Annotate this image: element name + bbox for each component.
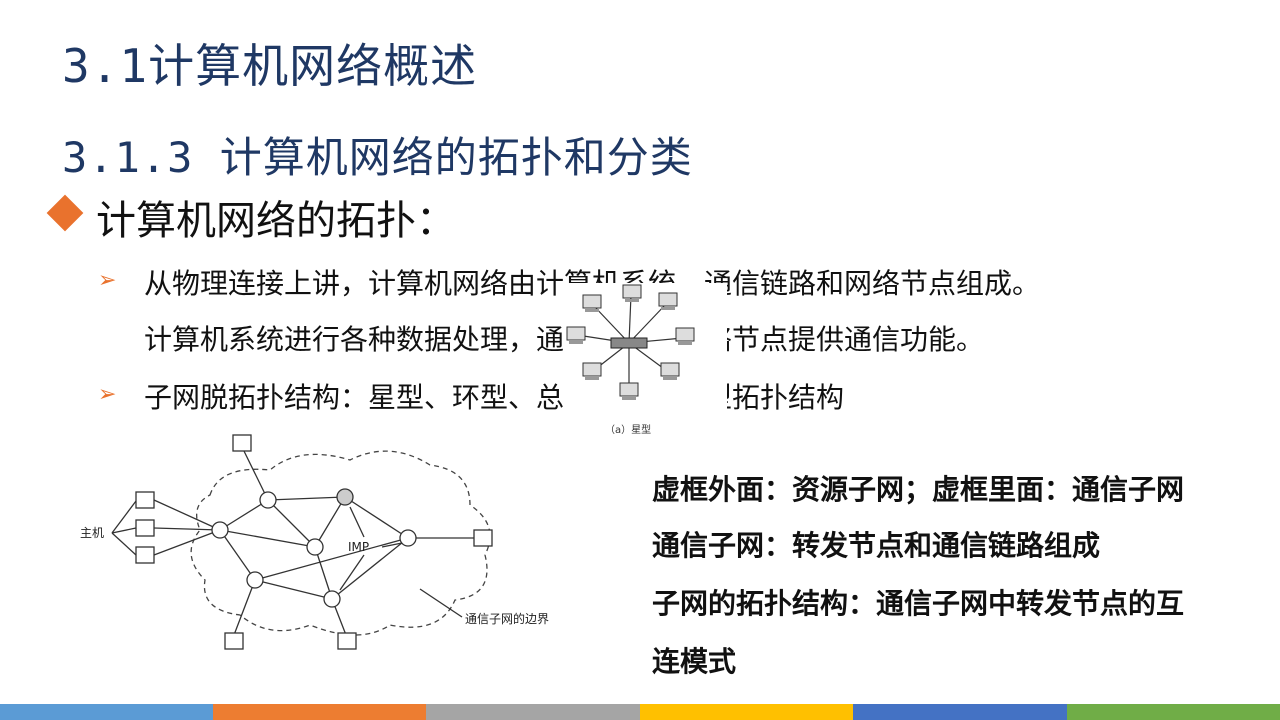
footer-bar-gray <box>426 704 640 720</box>
bullet-text: 子网脱拓扑结构：星型、环型、总线型等规则型拓扑结构 <box>144 381 845 414</box>
note-line: 通信子网：转发节点和通信链路组成 <box>652 529 1101 562</box>
arrow-right-icon: ➢ <box>98 268 117 293</box>
boundary-label: 通信子网的边界 <box>465 611 549 626</box>
footer-bar-yellow <box>640 704 853 720</box>
star-caption: （a）星型 <box>605 423 651 436</box>
note-line: 虚框外面：资源子网；虚框里面：通信子网 <box>652 473 1185 506</box>
footer-bar-blue <box>0 704 213 720</box>
imp-label: IMP <box>348 540 369 554</box>
section-heading: 计算机网络的拓扑： <box>96 198 456 244</box>
note-line: 子网的拓扑结构：通信子网中转发节点的互 <box>652 587 1185 620</box>
diamond-icon <box>46 194 84 232</box>
slide-title: 3.1计算机网络概述 <box>62 39 478 93</box>
host-label: 主机 <box>80 526 104 540</box>
star-topology-figure: （a）星型 <box>563 283 727 438</box>
note-line: 连模式 <box>652 645 737 678</box>
footer-bar-orange <box>213 704 426 720</box>
footer-bar-green <box>1067 704 1280 720</box>
subnet-diagram: 主机 IMP 通信子网的边界 <box>80 434 549 650</box>
footer-bar-darkblue <box>853 704 1067 720</box>
slide-subtitle: 3.1.3 计算机网络的拓扑和分类 <box>62 133 693 182</box>
arrow-right-icon: ➢ <box>98 382 117 407</box>
